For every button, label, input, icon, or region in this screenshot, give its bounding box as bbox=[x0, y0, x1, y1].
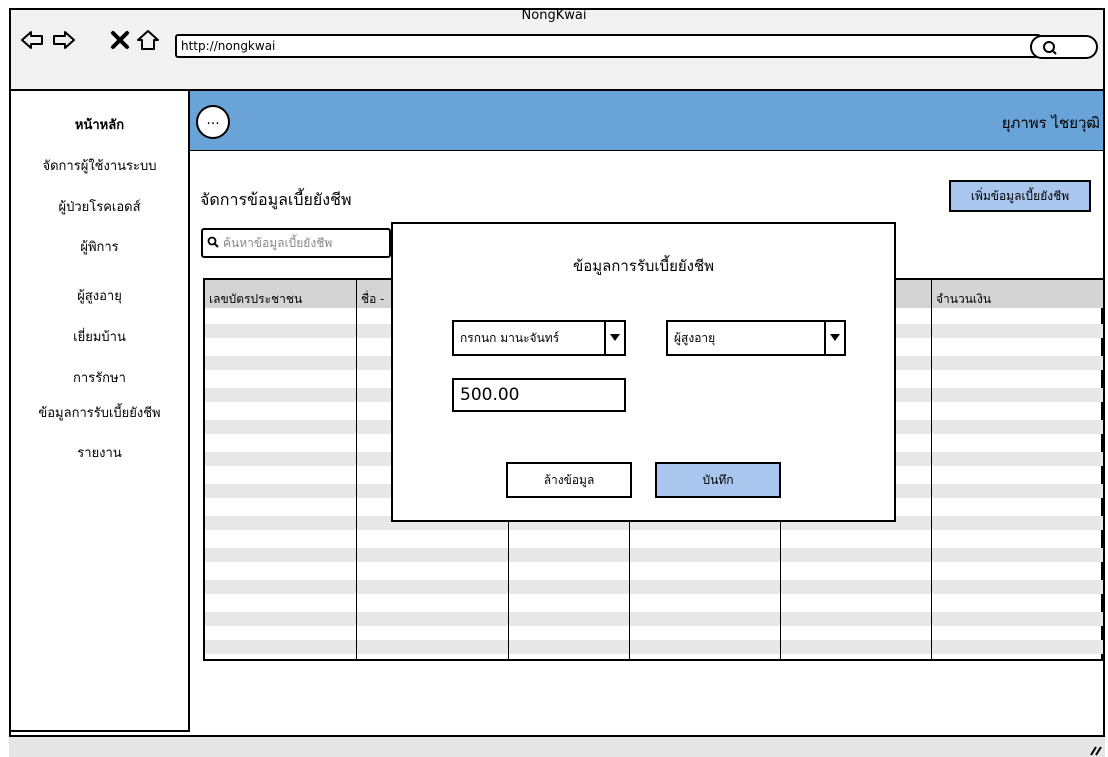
table-row bbox=[205, 580, 1103, 594]
dropdown-arrow-icon[interactable] bbox=[824, 322, 844, 354]
search-input[interactable]: ค้นหาข้อมูลเบี้ยยังชีพ bbox=[201, 228, 391, 258]
close-icon[interactable] bbox=[108, 28, 132, 52]
table-row bbox=[205, 640, 1103, 654]
sidebar-item-treatment[interactable]: การรักษา bbox=[9, 367, 190, 388]
table-row bbox=[205, 548, 1103, 562]
user-name[interactable]: ยุภาพร ไชยวุฒิ bbox=[1002, 111, 1100, 135]
sidebar-item-elderly[interactable]: ผู้สูงอายุ bbox=[9, 285, 190, 306]
amount-input[interactable]: 500.00 bbox=[452, 378, 626, 412]
dialog-title: ข้อมูลการรับเบี้ยยังชีพ bbox=[572, 257, 715, 275]
status-bar bbox=[9, 735, 1105, 757]
frame-right bbox=[1103, 89, 1105, 757]
address-bar[interactable]: http://nongkwai bbox=[175, 34, 1041, 58]
sidebar-item-disabled[interactable]: ผู้พิการ bbox=[9, 236, 190, 257]
resize-grip-icon[interactable] bbox=[1088, 744, 1102, 756]
type-select[interactable]: ผู้สูงอายุ bbox=[666, 320, 846, 356]
column-header-name[interactable]: ชื่อ - bbox=[361, 290, 384, 309]
type-select-value: ผู้สูงอายุ bbox=[674, 331, 716, 345]
dropdown-arrow-icon[interactable] bbox=[604, 322, 624, 354]
sidebar-item-allowance[interactable]: ข้อมูลการรับเบี้ยยังชีพ bbox=[9, 402, 190, 423]
search-icon bbox=[1043, 41, 1057, 55]
menu-button[interactable]: ... bbox=[196, 105, 230, 139]
sidebar-item-home-visit[interactable]: เยี่ยมบ้าน bbox=[9, 326, 190, 347]
browser-search-button[interactable] bbox=[1030, 35, 1098, 59]
column-divider bbox=[931, 280, 932, 660]
column-header-id[interactable]: เลขบัตรประชาชน bbox=[209, 290, 302, 309]
sidebar-item-aids-patients[interactable]: ผู้ป่วยโรคเอดส์ bbox=[9, 196, 190, 217]
table-row bbox=[205, 612, 1103, 626]
sidebar-item-report[interactable]: รายงาน bbox=[9, 442, 190, 463]
page-title: จัดการข้อมูลเบี้ยยังชีพ bbox=[200, 190, 352, 209]
add-allowance-button[interactable]: เพิ่มข้อมูลเบี้ยยังชีพ bbox=[949, 180, 1091, 212]
sidebar-item-users[interactable]: จัดการผู้ใช้งานระบบ bbox=[9, 155, 190, 176]
person-select-value: กรกนก มานะจันทร์ bbox=[460, 331, 560, 345]
header-bar bbox=[190, 91, 1103, 151]
column-divider bbox=[356, 280, 357, 660]
column-header-amount[interactable]: จำนวนเงิน bbox=[936, 290, 991, 309]
clear-button[interactable]: ล้างข้อมูล bbox=[506, 462, 632, 498]
home-icon[interactable] bbox=[136, 28, 160, 52]
save-button[interactable]: บันทึก bbox=[655, 462, 781, 498]
person-select[interactable]: กรกนก มานะจันทร์ bbox=[452, 320, 626, 356]
window-title: NongKwai bbox=[521, 8, 587, 23]
search-icon bbox=[207, 236, 219, 248]
forward-arrow-icon[interactable] bbox=[52, 28, 76, 52]
back-arrow-icon[interactable] bbox=[20, 28, 44, 52]
sidebar-item-home[interactable]: หน้าหลัก bbox=[9, 114, 190, 135]
